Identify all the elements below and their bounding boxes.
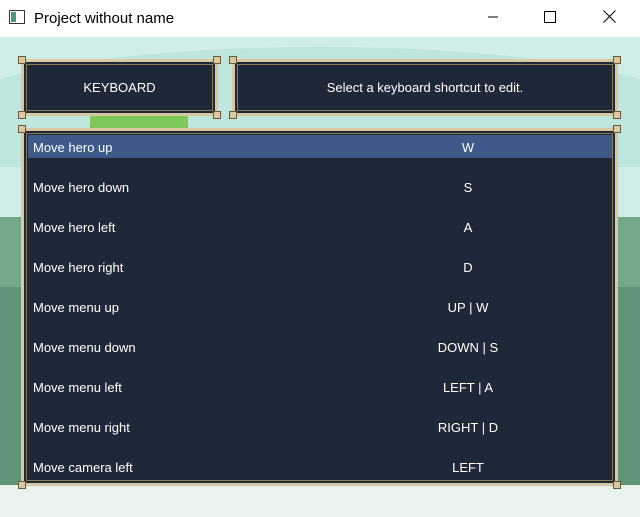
shortcut-label: Move hero left — [33, 220, 116, 235]
shortcut-list: Move hero up W Move hero down S Move her… — [18, 125, 621, 489]
shortcut-label: Move hero up — [33, 140, 113, 155]
shortcut-row[interactable]: Move menu down DOWN | S — [28, 335, 611, 375]
shortcut-keys: UP | W — [447, 300, 489, 315]
minimize-icon — [487, 10, 499, 28]
shortcut-label: Move menu left — [33, 380, 122, 395]
close-button[interactable] — [586, 0, 632, 37]
shortcut-keys: S — [463, 180, 473, 195]
close-icon — [602, 9, 616, 28]
shortcut-row[interactable]: Move menu right RIGHT | D — [28, 415, 611, 455]
maximize-button[interactable] — [527, 0, 573, 37]
window-title: Project without name — [34, 10, 175, 27]
shortcut-label: Move hero down — [33, 180, 130, 195]
message-text: Select a keyboard shortcut to edit. — [326, 80, 524, 95]
minimize-button[interactable] — [470, 0, 516, 37]
shortcut-label: Move camera left — [33, 460, 133, 475]
app-window-icon — [9, 10, 25, 24]
message-panel: Select a keyboard shortcut to edit. — [229, 56, 621, 119]
shortcut-label: Move hero right — [33, 260, 124, 275]
shortcut-row[interactable]: Move hero right D — [28, 255, 611, 295]
game-scene: KEYBOARD Select a keyboard shortcut to e… — [0, 37, 640, 517]
shortcut-keys: RIGHT | D — [437, 420, 499, 435]
shortcut-keys: DOWN | S — [437, 340, 499, 355]
shortcut-row[interactable]: Move hero down S — [28, 175, 611, 215]
shortcut-row[interactable]: Move camera left LEFT — [28, 455, 611, 495]
category-panel: KEYBOARD — [18, 56, 221, 119]
shortcut-label: Move menu down — [33, 340, 136, 355]
title-bar: Project without name — [0, 0, 640, 37]
shortcut-keys: W — [461, 140, 475, 155]
shortcut-keys: LEFT | A — [442, 380, 494, 395]
shortcut-label: Move menu right — [33, 420, 130, 435]
shortcut-row[interactable]: Move menu left LEFT | A — [28, 375, 611, 415]
shortcut-row[interactable]: Move hero left A — [28, 215, 611, 255]
maximize-icon — [544, 10, 556, 28]
shortcut-label: Move menu up — [33, 300, 119, 315]
shortcut-keys: D — [463, 260, 473, 275]
shortcut-keys: LEFT — [452, 460, 484, 475]
shortcut-row[interactable]: Move menu up UP | W — [28, 295, 611, 335]
category-label: KEYBOARD — [83, 80, 156, 95]
shortcut-row[interactable]: Move hero up W — [28, 135, 612, 175]
shortcut-keys: A — [463, 220, 473, 235]
